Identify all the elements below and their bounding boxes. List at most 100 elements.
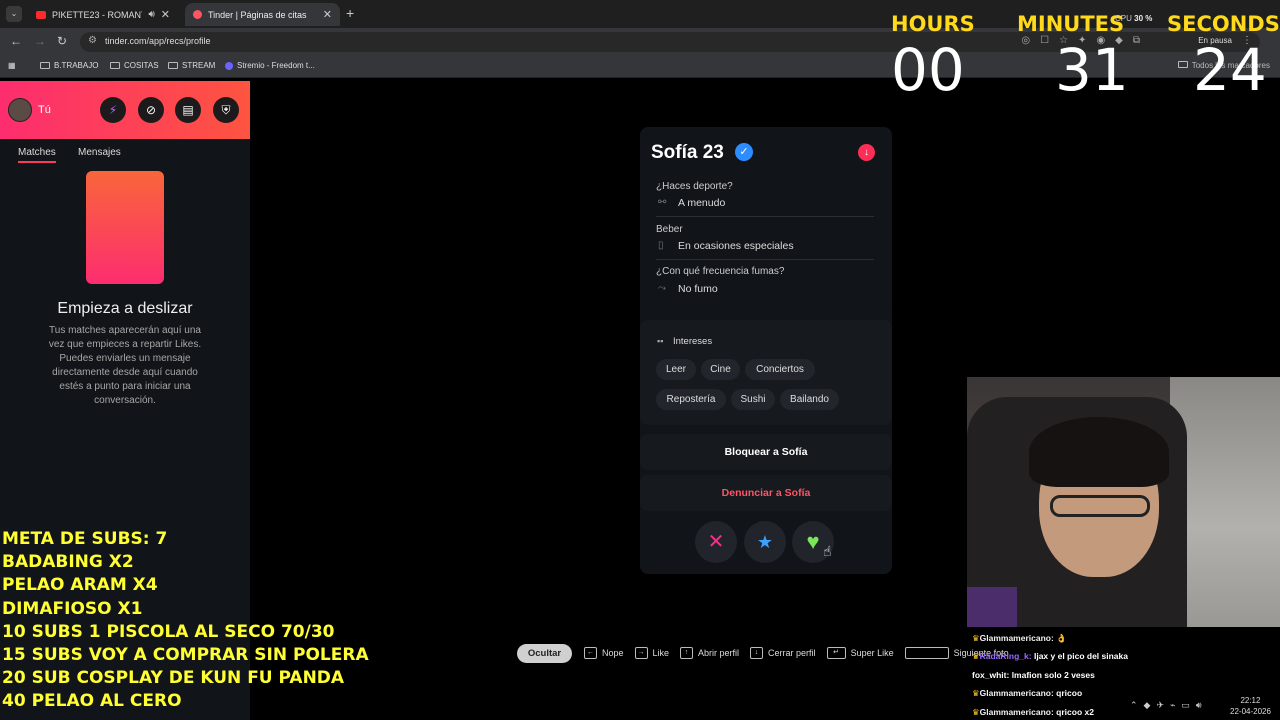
divider bbox=[656, 259, 874, 260]
dumbbell-icon: ⚯ bbox=[658, 197, 667, 208]
goal-line: 10 SUBS 1 PISCOLA AL SECO 70/30 bbox=[2, 621, 335, 642]
interest-chip: Sushi bbox=[731, 389, 775, 410]
super-like-star-icon[interactable]: ★ bbox=[744, 521, 786, 563]
avatar[interactable] bbox=[8, 98, 32, 122]
report-button[interactable]: Denunciar a Sofía bbox=[640, 475, 892, 511]
timer-hours: 00 bbox=[891, 36, 965, 104]
folder-icon bbox=[168, 62, 178, 69]
space-key-icon bbox=[904, 647, 949, 659]
hide-shortcuts-button[interactable]: Ocultar bbox=[517, 643, 572, 663]
crown-icon: ♛ bbox=[972, 688, 980, 699]
explore-compass-icon[interactable]: ⊘ bbox=[138, 97, 164, 123]
keyboard-shortcuts-bar: Ocultar ← Nope → Like ↑ Abrir perfil ↓ Cerra… bbox=[517, 643, 1020, 663]
screen: ⌄ PIKETTE23 - ROMANTICO Y 🔊︎ ✕ Tinder | … bbox=[0, 0, 1280, 720]
goal-line: DIMAFIOSO X1 bbox=[2, 598, 143, 619]
clock[interactable]: 22:12 22-04-2026 bbox=[1230, 695, 1271, 717]
close-profile-arrow-icon[interactable]: ↓ bbox=[858, 144, 875, 161]
block-button[interactable]: Bloquear a Sofía bbox=[640, 434, 892, 470]
interests-title: Intereses bbox=[673, 336, 713, 347]
apps-grid-icon[interactable]: ▦ bbox=[8, 61, 16, 70]
chat-user: Glammamericano: bbox=[979, 633, 1054, 643]
lifestyle-question: Beber bbox=[656, 224, 683, 235]
shield-icon[interactable]: ⛨ bbox=[213, 97, 239, 123]
goal-line: PELAO ARAM X4 bbox=[2, 575, 158, 596]
crown-icon: ♛ bbox=[972, 651, 980, 662]
goal-line: 15 SUBS VOY A COMPRAR SIN POLERA bbox=[2, 645, 369, 666]
lifestyle-section: ¿Haces deporte? ⚯ A menudo Beber ▯ En oc… bbox=[640, 179, 892, 313]
cpu-usage: CPU 30 % bbox=[1115, 14, 1152, 23]
chat-message: ♛RadaRing_k: Ijax y el pico del sinaka bbox=[972, 647, 1272, 665]
nope-x-icon[interactable]: ✕ bbox=[695, 521, 737, 563]
chat-message: fox_whit: lmafion solo 2 veses bbox=[972, 666, 1272, 684]
cpu-value: 30 % bbox=[1134, 14, 1153, 23]
timer-label-minutes: MINUTES bbox=[1017, 12, 1125, 36]
tab-messages[interactable]: Mensajes bbox=[78, 147, 121, 158]
forward-arrow-icon[interactable]: → bbox=[34, 34, 46, 48]
clock-time: 22:12 bbox=[1240, 696, 1261, 705]
timer-label-hours: HOURS bbox=[891, 12, 975, 36]
speaker-icon[interactable]: 🔊︎ bbox=[148, 9, 154, 20]
tab-title: PIKETTE23 - ROMANTICO Y bbox=[52, 9, 142, 20]
shortcut-like: → Like bbox=[634, 647, 670, 659]
tray-icons[interactable]: ⌃◆✈⌁▭🔊︎ bbox=[1130, 700, 1208, 711]
tab-search-button[interactable]: ⌄ bbox=[6, 6, 22, 22]
reload-icon[interactable]: ↻ bbox=[57, 34, 67, 48]
bookmark-label: COSITAS bbox=[124, 61, 159, 70]
folder-icon bbox=[1177, 61, 1188, 68]
tinder-flame-icon bbox=[193, 10, 202, 19]
tab-matches[interactable]: Matches bbox=[18, 147, 56, 163]
match-placeholder-card bbox=[86, 171, 164, 284]
new-tab-button[interactable]: + bbox=[346, 5, 354, 21]
webcam-feed bbox=[967, 377, 1280, 627]
stremio-icon bbox=[225, 61, 233, 70]
shortcut-label: Cerrar perfil bbox=[768, 648, 816, 658]
lifestyle-question: ¿Con qué frecuencia fumas? bbox=[656, 266, 785, 277]
chat-user: fox_whit: bbox=[972, 669, 1010, 680]
chat-text: Ijax y el pico del sinaka bbox=[1033, 651, 1128, 662]
smoking-icon: ⤳ bbox=[658, 283, 666, 294]
right-arrow-key-icon: → bbox=[634, 647, 648, 659]
back-arrow-icon[interactable]: ← bbox=[10, 34, 22, 48]
chat-message: ♛Glammamericano: 👌 bbox=[972, 629, 1272, 647]
bookmark-cositas[interactable]: COSITAS bbox=[110, 61, 159, 70]
crown-icon: ♛ bbox=[972, 633, 980, 643]
lifestyle-answer: No fumo bbox=[678, 283, 718, 295]
lifestyle-answer: En ocasiones especiales bbox=[678, 240, 794, 252]
shortcut-nope: ← Nope bbox=[584, 647, 624, 659]
chat-user: Glammamericano: bbox=[979, 706, 1054, 717]
url-text[interactable]: tinder.com/app/recs/profile bbox=[105, 36, 211, 46]
shortcut-open-profile: ↑ Abrir perfil bbox=[680, 647, 739, 659]
close-tab-icon[interactable]: ✕ bbox=[323, 8, 332, 21]
boost-icon[interactable]: ⚡︎ bbox=[100, 97, 126, 123]
briefcase-icon[interactable]: ▤ bbox=[175, 97, 201, 123]
tab-youtube[interactable]: PIKETTE23 - ROMANTICO Y 🔊︎ ✕ bbox=[28, 3, 178, 26]
bookmark-stremio[interactable]: Stremio - Freedom t... bbox=[225, 61, 315, 70]
empty-state-title: Empieza a deslizar bbox=[57, 300, 193, 317]
close-tab-icon[interactable]: ✕ bbox=[161, 8, 170, 21]
bookmark-label: B.TRABAJO bbox=[54, 61, 99, 70]
tab-title: Tinder | Páginas de citas bbox=[208, 9, 307, 20]
chat-text: qricoo x2 bbox=[1056, 706, 1094, 717]
profile-name-age: Sofía 23 bbox=[651, 142, 724, 163]
shortcut-label: Like bbox=[652, 648, 670, 658]
bookmark-btrabajo[interactable]: B.TRABAJO bbox=[40, 61, 98, 70]
system-tray: ⌃◆✈⌁▭🔊︎ 22:12 22-04-2026 bbox=[1100, 693, 1280, 720]
goal-line: 40 PELAO AL CERO bbox=[2, 691, 182, 712]
lifestyle-question: ¿Haces deporte? bbox=[656, 181, 733, 192]
bookmark-stream[interactable]: STREAM bbox=[168, 61, 215, 70]
shortcut-label: Abrir perfil bbox=[698, 648, 740, 658]
shortcut-label: Super Like bbox=[850, 648, 894, 658]
interest-chip: Cine bbox=[701, 359, 740, 380]
sub-goals-overlay: META DE SUBS: 7 BADABING X2 PELAO ARAM X… bbox=[2, 528, 369, 714]
cpu-label: CPU bbox=[1115, 14, 1132, 23]
interest-chip: Leer bbox=[656, 359, 696, 380]
chat-text: lmafion solo 2 veses bbox=[1011, 669, 1095, 680]
webcam-hair bbox=[1029, 417, 1169, 487]
tab-tinder[interactable]: Tinder | Páginas de citas ✕ bbox=[185, 3, 340, 26]
sidebar-header: Tú ⚡︎ ⊘ ▤ ⛨ bbox=[0, 81, 250, 139]
site-info-icon[interactable]: ⚙︎ bbox=[88, 35, 97, 46]
glass-icon: ▯ bbox=[658, 240, 664, 251]
profile-label[interactable]: Tú bbox=[38, 104, 51, 116]
webcam-background-object bbox=[967, 587, 1017, 627]
interests-section: ▪▪ Intereses Leer Cine Conciertos Repost… bbox=[640, 320, 892, 425]
